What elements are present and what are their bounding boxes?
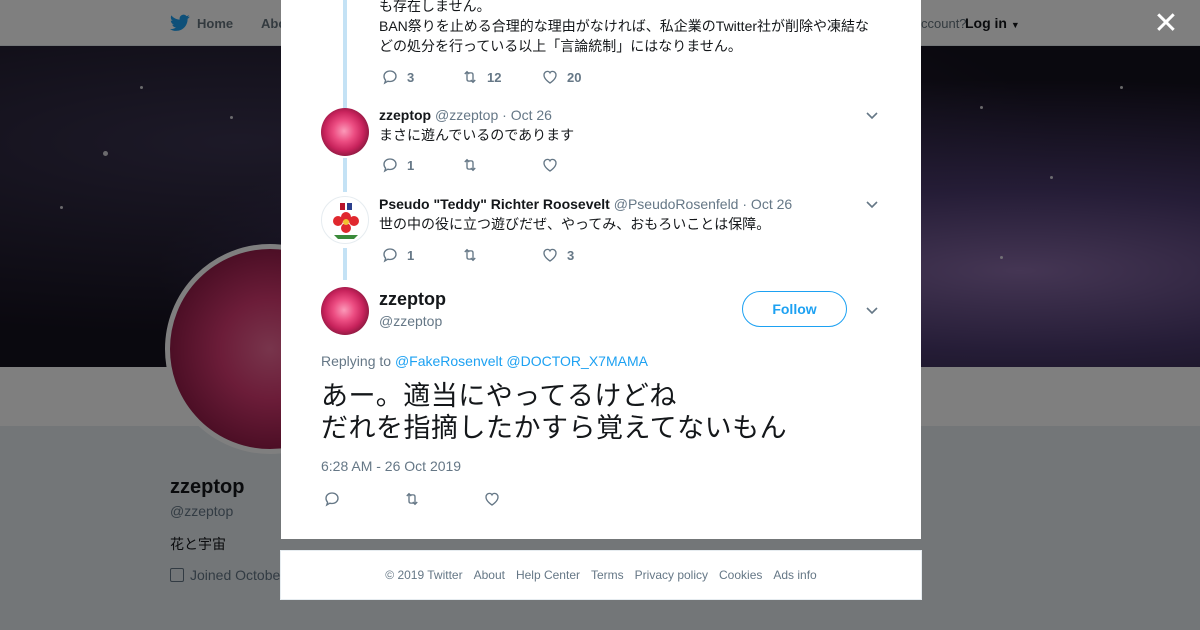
retweet-icon: [464, 70, 476, 84]
retweet-button[interactable]: [403, 489, 421, 509]
tweet-text-line: BAN祭りを止める合理的な理由がなければ、私企業のTwitter社が削除や凍結な: [379, 18, 870, 34]
like-count: 20: [567, 69, 582, 85]
reply-icon: [383, 158, 397, 173]
reply-count: 1: [407, 247, 415, 263]
flower-emblem-icon: [333, 203, 359, 239]
reply-count: 3: [407, 69, 415, 85]
like-count: 3: [567, 247, 575, 263]
tweet-text-line: も存在しません。: [379, 0, 491, 14]
tweet-author-name[interactable]: Pseudo "Teddy" Richter Roosevelt: [379, 196, 610, 212]
footer-copyright: © 2019 Twitter: [385, 568, 463, 582]
retweet-icon: [406, 492, 418, 506]
retweet-button[interactable]: [461, 245, 487, 265]
tweet-date[interactable]: · Oct 26: [502, 107, 552, 123]
tweet-author-name[interactable]: zzeptop: [379, 107, 431, 123]
mention-link[interactable]: @DOCTOR_X7MAMA: [506, 353, 648, 369]
reply-count: 1: [407, 157, 415, 173]
thread-tweet[interactable]: も存在しません。 BAN祭りを止める合理的な理由がなければ、私企業のTwitte…: [281, 0, 921, 98]
footer-link-terms[interactable]: Terms: [591, 568, 624, 582]
tweet-text: も存在しません。 BAN祭りを止める合理的な理由がなければ、私企業のTwitte…: [379, 0, 879, 56]
reply-icon: [383, 248, 397, 263]
modal-footer: © 2019 Twitter About Help Center Terms P…: [280, 550, 922, 600]
like-button[interactable]: 20: [541, 67, 581, 87]
footer-link-help-center[interactable]: Help Center: [516, 568, 580, 582]
main-tweet-timestamp[interactable]: 6:28 AM - 26 Oct 2019: [321, 458, 461, 474]
reply-button[interactable]: [323, 489, 341, 509]
chevron-down-icon[interactable]: [864, 107, 880, 123]
like-button[interactable]: 3: [541, 245, 574, 265]
tweet-text: 世の中の役に立つ遊びだぜ、やってみ、おもろいことは保障。: [379, 216, 771, 232]
tweet-author-handle[interactable]: @PseudoRosenfeld: [614, 196, 739, 212]
tweet-text-line: どの処分を行っている以上「言論統制」にはなりません。: [379, 38, 742, 54]
thread-tweet[interactable]: Pseudo "Teddy" Richter Roosevelt @Pseudo…: [281, 188, 921, 278]
tweet-avatar[interactable]: [321, 108, 369, 156]
tweet-date[interactable]: · Oct 26: [742, 196, 792, 212]
retweet-button[interactable]: [461, 155, 487, 175]
heart-icon: [543, 158, 557, 172]
tweet-header: Pseudo "Teddy" Richter Roosevelt @Pseudo…: [379, 196, 792, 212]
main-tweet-avatar[interactable]: [321, 287, 369, 335]
like-button[interactable]: [541, 155, 567, 175]
heart-icon: [543, 248, 557, 262]
tweet-author-handle[interactable]: @zzeptop: [435, 107, 498, 123]
reply-button[interactable]: 1: [381, 245, 414, 265]
heart-icon: [543, 70, 557, 84]
tweet-text: まさに遊んでいるのであります: [379, 127, 575, 143]
tweet-avatar[interactable]: [321, 196, 369, 244]
like-button[interactable]: [483, 489, 501, 509]
retweet-icon: [464, 158, 476, 172]
reply-icon: [325, 492, 339, 507]
tweet-header: zzeptop @zzeptop · Oct 26: [379, 107, 552, 123]
heart-icon: [485, 492, 499, 506]
chevron-down-icon[interactable]: [864, 302, 880, 318]
footer-link-ads-info[interactable]: Ads info: [773, 568, 816, 582]
reply-button[interactable]: 1: [381, 155, 414, 175]
reply-icon: [383, 70, 397, 85]
retweet-button[interactable]: 12: [461, 67, 501, 87]
thread-tweet[interactable]: zzeptop @zzeptop · Oct 26 まさに遊んでいるのであります…: [281, 98, 921, 188]
replying-to-label: Replying to: [321, 353, 392, 369]
footer-link-cookies[interactable]: Cookies: [719, 568, 762, 582]
follow-button[interactable]: Follow: [742, 291, 847, 327]
footer-link-about[interactable]: About: [474, 568, 505, 582]
main-tweet-author-name[interactable]: zzeptop: [379, 289, 446, 310]
chevron-down-icon[interactable]: [864, 196, 880, 212]
mention-link[interactable]: @FakeRosenvelt: [395, 353, 503, 369]
replying-to: Replying to @FakeRosenvelt @DOCTOR_X7MAM…: [321, 353, 648, 369]
retweet-count: 12: [487, 69, 502, 85]
main-tweet-text: あー。適当にやってるけどね だれを指摘したかすら覚えてないもん: [321, 380, 881, 444]
retweet-icon: [464, 248, 476, 262]
close-icon[interactable]: ✕: [1152, 9, 1180, 39]
tweet-permalink-modal: も存在しません。 BAN祭りを止める合理的な理由がなければ、私企業のTwitte…: [281, 0, 921, 539]
main-tweet-author-handle[interactable]: @zzeptop: [379, 313, 442, 329]
main-tweet-text-line: だれを指摘したかすら覚えてないもん: [321, 413, 788, 443]
reply-button[interactable]: 3: [381, 67, 414, 87]
main-tweet-text-line: あー。適当にやってるけどね: [321, 381, 677, 411]
footer-link-privacy[interactable]: Privacy policy: [635, 568, 708, 582]
